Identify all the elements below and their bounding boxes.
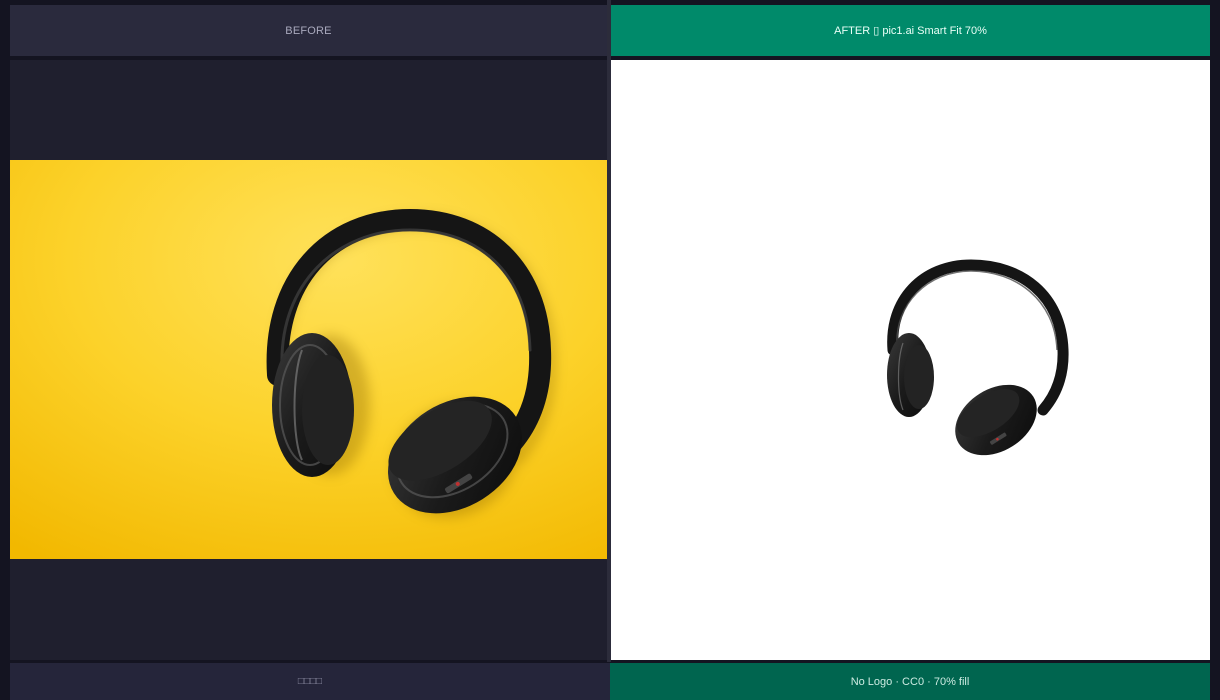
before-footer: □□□□ [10,663,610,700]
before-footer-label: □□□□ [297,676,323,687]
before-canvas [10,60,607,660]
headphones-cutout [887,259,1069,456]
after-footer: No Logo · CC0 · 70% fill [610,663,1210,700]
after-footer-label: No Logo · CC0 · 70% fill [850,675,970,688]
after-canvas [611,60,1210,660]
after-header-label: AFTER ▯ pic1.ai Smart Fit 70% [834,25,987,37]
before-image [10,160,607,559]
before-header: BEFORE [10,5,607,56]
comparison-view: BEFORE □□□□ AFTER ▯ pic1.ai Smart Fit 70… [0,0,1220,700]
after-header: AFTER ▯ pic1.ai Smart Fit 70% [611,5,1210,56]
before-header-label: BEFORE [285,24,332,37]
after-image [871,255,1081,470]
headphones-photo [10,160,607,559]
